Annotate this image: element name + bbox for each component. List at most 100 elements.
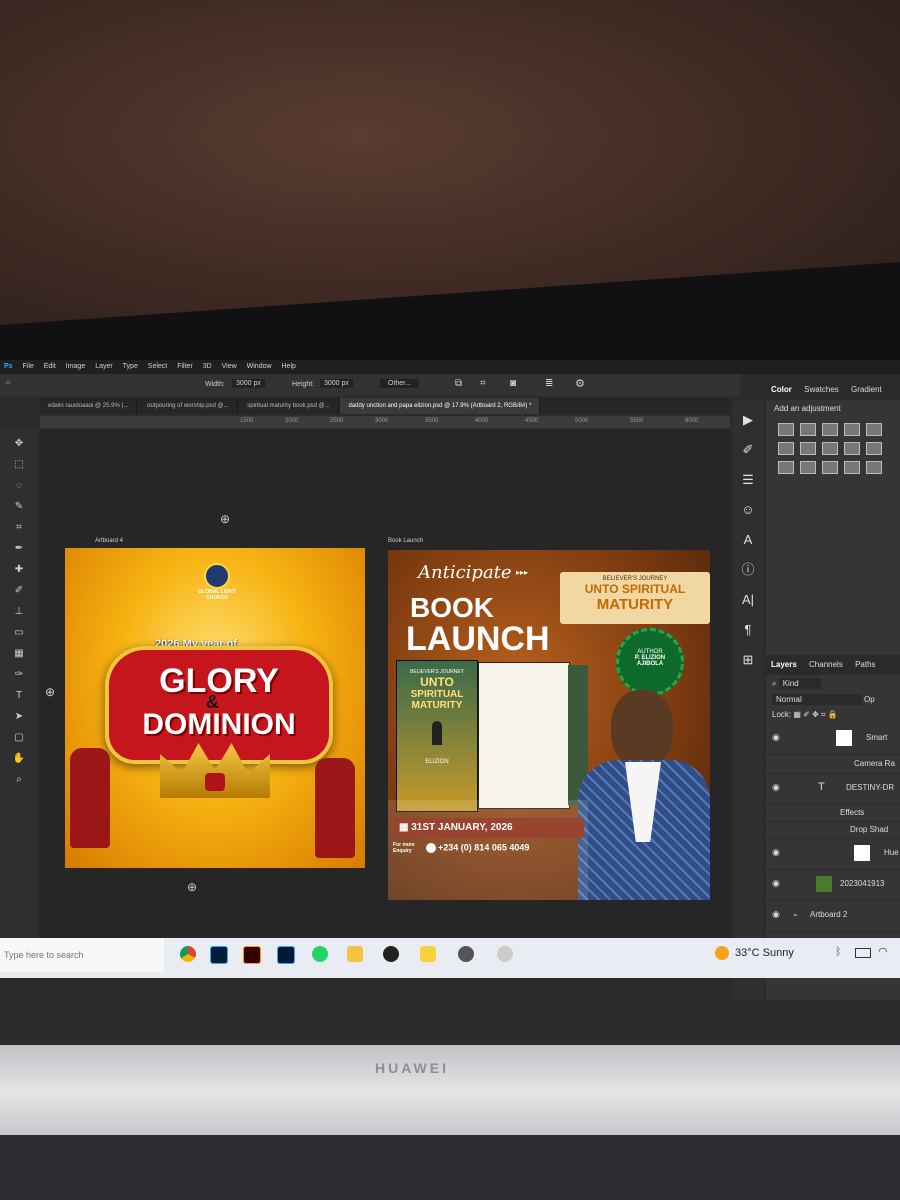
artboard-book-launch[interactable]: Anticipate ▸▸▸ BOOK LAUNCH BELIEVER'S JO…	[388, 550, 710, 900]
adjust-sliders-icon[interactable]: ☰	[738, 470, 758, 490]
blend-mode-dropdown[interactable]: Normal	[772, 694, 862, 705]
marquee-tool-icon[interactable]: ⬚	[12, 458, 26, 472]
type-tool-icon[interactable]: T	[12, 689, 26, 703]
artboard-add-icon[interactable]: ⊕	[187, 880, 197, 894]
illustrator-icon[interactable]	[243, 946, 261, 964]
layer-row[interactable]: ◉ 2023041913	[766, 870, 900, 901]
move-tool-icon[interactable]: ✥	[12, 437, 26, 451]
visibility-eye-icon[interactable]: ◉	[772, 878, 780, 889]
tab-channels[interactable]: Channels	[804, 655, 848, 675]
tab-layers[interactable]: Layers	[766, 655, 802, 675]
kind-dropdown[interactable]: Kind	[778, 678, 821, 689]
vibrance-icon[interactable]	[866, 423, 882, 436]
menu-select[interactable]: Select	[148, 363, 167, 370]
play-icon[interactable]: ▶	[738, 410, 758, 430]
artboard-add-icon[interactable]: ⊕	[45, 685, 55, 699]
hand-tool-icon[interactable]: ✋	[12, 752, 26, 766]
info-icon[interactable]: ⓘ	[738, 560, 758, 580]
gradient-tool-icon[interactable]: ▦	[12, 647, 26, 661]
chatgpt-icon[interactable]	[458, 946, 474, 962]
menu-3d[interactable]: 3D	[203, 363, 212, 370]
eraser-icon[interactable]: ▭	[12, 626, 26, 640]
quick-select-icon[interactable]: ✎	[12, 500, 26, 514]
crop-icon[interactable]: ⌗	[480, 378, 486, 389]
visibility-eye-icon[interactable]: ◉	[772, 847, 780, 858]
person-icon[interactable]: ☺	[738, 500, 758, 520]
healing-brush-icon[interactable]: ✚	[12, 563, 26, 577]
color-balance-icon[interactable]	[800, 442, 816, 455]
app-icon[interactable]	[497, 946, 513, 962]
artboard-label[interactable]: Artboard 4	[95, 538, 123, 544]
artboard-glory[interactable]: GLOBAL LIGHT CHURCH 2026 My year of GLOR…	[65, 548, 365, 868]
taskbar-search[interactable]: Type here to search	[0, 938, 164, 972]
lock-icons[interactable]: ▦ ✐ ✥ ⌗ 🔒	[793, 710, 837, 719]
camera-icon[interactable]: ◙	[510, 378, 516, 389]
channel-mixer-icon[interactable]	[866, 442, 882, 455]
layer-row[interactable]: ◉ ⌄ Artboard 2	[766, 901, 900, 932]
path-select-icon[interactable]: ➤	[12, 710, 26, 724]
shape-tool-icon[interactable]: ▢	[12, 731, 26, 745]
menu-file[interactable]: File	[23, 363, 34, 370]
preset-dropdown[interactable]: Other...	[380, 379, 419, 388]
paragraph-icon[interactable]: ¶	[738, 620, 758, 640]
align-icon[interactable]: ≣	[545, 378, 553, 389]
menu-view[interactable]: View	[222, 363, 237, 370]
menu-layer[interactable]: Layer	[95, 363, 113, 370]
curves-icon[interactable]	[822, 423, 838, 436]
layer-row[interactable]: ◉ Smart	[766, 724, 900, 755]
zoom-tool-icon[interactable]: ⌕	[12, 773, 26, 787]
chevron-down-icon[interactable]: ⌄	[792, 909, 799, 918]
hue-saturation-icon[interactable]	[778, 442, 794, 455]
threshold-icon[interactable]	[822, 461, 838, 474]
visibility-eye-icon[interactable]: ◉	[772, 782, 780, 793]
artboard-icon[interactable]: ⧉	[455, 378, 462, 389]
chrome-icon[interactable]	[180, 946, 196, 962]
layer-row[interactable]: Camera Ra	[766, 755, 900, 774]
visibility-eye-icon[interactable]: ◉	[772, 732, 780, 743]
artboard-label[interactable]: Book Launch	[388, 538, 423, 544]
photoshop-icon[interactable]	[210, 946, 228, 964]
tab-swatches[interactable]: Swatches	[799, 380, 844, 400]
lasso-tool-icon[interactable]: ◌	[12, 479, 26, 493]
menu-image[interactable]: Image	[66, 363, 85, 370]
tab-doc-3[interactable]: spiritual maturity book.psd @...	[239, 398, 339, 414]
ps-logo-icon[interactable]: Ps	[4, 363, 13, 370]
tab-gradient[interactable]: Gradient	[846, 380, 887, 400]
tab-doc-1[interactable]: edwin rauoloaaoi @ 25.9% (...	[40, 398, 138, 414]
crop-tool-icon[interactable]: ⌗	[12, 521, 26, 535]
canvas-area[interactable]: ⊕ ⊕ ⊕ Artboard 4 GLOBAL LIGHT CHURCH 202…	[40, 430, 730, 970]
eyedropper-icon[interactable]: ✒	[12, 542, 26, 556]
levels-icon[interactable]	[800, 423, 816, 436]
layer-row[interactable]: Effects	[766, 805, 900, 822]
menu-edit[interactable]: Edit	[44, 363, 56, 370]
selective-color-icon[interactable]	[844, 461, 860, 474]
weather-widget[interactable]: 33°C Sunny	[715, 946, 794, 960]
wifi-icon[interactable]: ◠	[878, 945, 888, 958]
tab-color[interactable]: Color	[766, 380, 797, 400]
width-field[interactable]: 3000 px	[232, 379, 265, 388]
character-icon[interactable]: A|	[738, 590, 758, 610]
tab-doc-2[interactable]: outpouring of worship.psd @...	[139, 398, 238, 414]
menu-help[interactable]: Help	[282, 363, 296, 370]
media-player-icon[interactable]	[383, 946, 399, 962]
sticky-notes-icon[interactable]	[420, 946, 436, 962]
menu-filter[interactable]: Filter	[177, 363, 193, 370]
stamp-tool-icon[interactable]: ⊥	[12, 605, 26, 619]
tab-paths[interactable]: Paths	[850, 655, 880, 675]
battery-icon[interactable]	[855, 948, 871, 958]
menu-type[interactable]: Type	[123, 363, 138, 370]
exposure-icon[interactable]	[844, 423, 860, 436]
settings-gear-icon[interactable]: ⚙	[575, 377, 585, 390]
brush-tool-icon[interactable]: ✐	[12, 584, 26, 598]
posterize-icon[interactable]	[800, 461, 816, 474]
invert-icon[interactable]	[778, 461, 794, 474]
black-white-icon[interactable]	[822, 442, 838, 455]
whatsapp-icon[interactable]	[312, 946, 328, 962]
bluetooth-icon[interactable]: ᛒ	[835, 946, 842, 958]
lightroom-icon[interactable]	[277, 946, 295, 964]
glyphs-icon[interactable]: ⊞	[738, 650, 758, 670]
gradient-map-icon[interactable]	[866, 461, 882, 474]
artboard-add-icon[interactable]: ⊕	[220, 512, 230, 526]
photo-filter-icon[interactable]	[844, 442, 860, 455]
tab-doc-active[interactable]: daddy unction and papa elizion.psd @ 17.…	[340, 398, 541, 414]
